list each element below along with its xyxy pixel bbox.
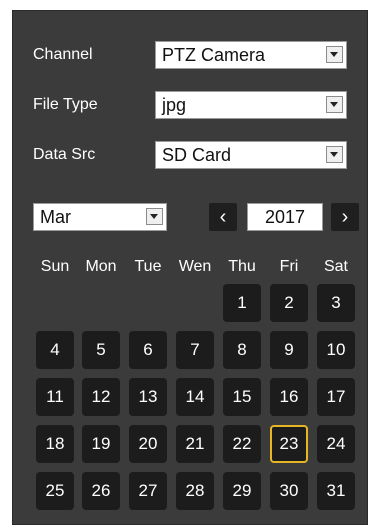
prev-year-button[interactable]: ‹ bbox=[209, 203, 237, 231]
calendar-day[interactable]: 6 bbox=[129, 331, 167, 369]
calendar-day[interactable]: 30 bbox=[270, 472, 308, 510]
calendar-day[interactable]: 7 bbox=[176, 331, 214, 369]
month-value: Mar bbox=[40, 207, 71, 227]
chevron-down-icon[interactable] bbox=[146, 208, 163, 225]
playback-search-panel: Channel PTZ Camera File Type jpg Data Sr… bbox=[12, 10, 368, 525]
chevron-down-icon[interactable] bbox=[326, 96, 343, 113]
calendar-day[interactable]: 2 bbox=[270, 284, 308, 322]
calendar-day[interactable]: 9 bbox=[270, 331, 308, 369]
weekday-label: Wen bbox=[178, 258, 212, 275]
calendar-day[interactable]: 21 bbox=[176, 425, 214, 463]
weekday-label: Tue bbox=[134, 258, 162, 275]
file-type-select[interactable]: jpg bbox=[155, 91, 347, 119]
data-src-label: Data Src bbox=[33, 146, 96, 163]
chevron-down-icon[interactable] bbox=[326, 146, 343, 163]
calendar-day[interactable]: 28 bbox=[176, 472, 214, 510]
month-select[interactable]: Mar bbox=[33, 203, 167, 231]
calendar-day[interactable]: 18 bbox=[36, 425, 74, 463]
channel-value: PTZ Camera bbox=[162, 45, 266, 65]
calendar-day[interactable]: 22 bbox=[223, 425, 261, 463]
calendar-day[interactable]: 20 bbox=[129, 425, 167, 463]
next-year-button[interactable]: › bbox=[331, 203, 359, 231]
file-type-value: jpg bbox=[162, 95, 187, 115]
calendar-day[interactable]: 8 bbox=[223, 331, 261, 369]
chevron-left-icon: ‹ bbox=[219, 206, 227, 228]
calendar-day[interactable]: 16 bbox=[270, 378, 308, 416]
data-src-select[interactable]: SD Card bbox=[155, 141, 347, 169]
calendar-day[interactable]: 4 bbox=[36, 331, 74, 369]
calendar-day[interactable]: 31 bbox=[317, 472, 355, 510]
calendar-day[interactable]: 11 bbox=[36, 378, 74, 416]
calendar-day[interactable]: 14 bbox=[176, 378, 214, 416]
calendar-day[interactable]: 17 bbox=[317, 378, 355, 416]
weekday-label: Mon bbox=[85, 258, 117, 275]
calendar-day-selected[interactable]: 23 bbox=[270, 425, 308, 463]
channel-label: Channel bbox=[33, 46, 93, 63]
calendar-day[interactable]: 29 bbox=[223, 472, 261, 510]
weekday-label: Sun bbox=[40, 258, 70, 275]
calendar-day[interactable]: 26 bbox=[82, 472, 120, 510]
year-field[interactable]: 2017 bbox=[247, 203, 323, 231]
chevron-right-icon: › bbox=[341, 206, 349, 228]
calendar-day[interactable]: 19 bbox=[82, 425, 120, 463]
calendar-day[interactable]: 27 bbox=[129, 472, 167, 510]
calendar-day[interactable]: 3 bbox=[317, 284, 355, 322]
calendar-day[interactable]: 15 bbox=[223, 378, 261, 416]
calendar-day[interactable]: 12 bbox=[82, 378, 120, 416]
chevron-down-icon[interactable] bbox=[326, 46, 343, 63]
calendar-day[interactable]: 25 bbox=[36, 472, 74, 510]
calendar-day[interactable]: 24 bbox=[317, 425, 355, 463]
calendar-day[interactable]: 10 bbox=[317, 331, 355, 369]
file-type-label: File Type bbox=[33, 96, 98, 113]
calendar-day[interactable]: 1 bbox=[223, 284, 261, 322]
calendar-day[interactable]: 13 bbox=[129, 378, 167, 416]
weekday-label: Thu bbox=[228, 258, 256, 275]
calendar-day[interactable]: 5 bbox=[82, 331, 120, 369]
weekday-label: Sat bbox=[323, 258, 348, 275]
data-src-value: SD Card bbox=[162, 145, 232, 165]
channel-select[interactable]: PTZ Camera bbox=[155, 41, 347, 69]
weekday-label: Fri bbox=[279, 258, 299, 275]
